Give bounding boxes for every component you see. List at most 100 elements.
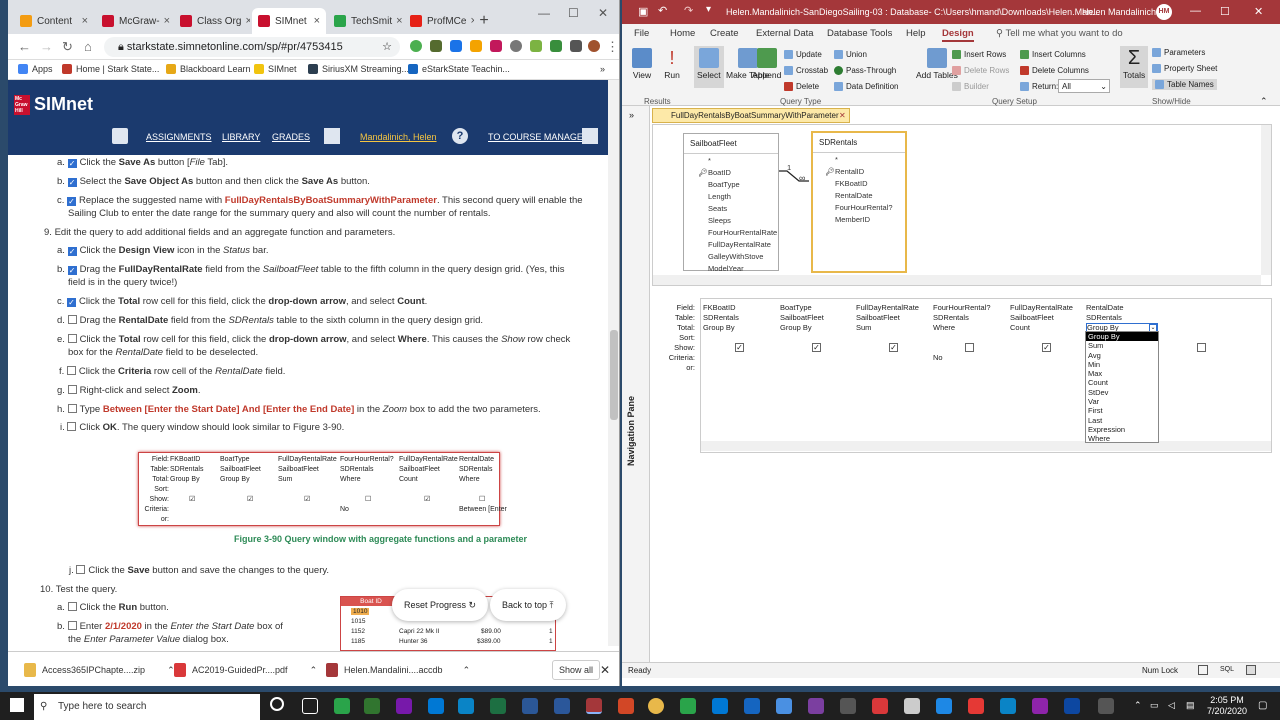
app-icon-blue-2[interactable] (936, 698, 952, 714)
checkbox-9d[interactable] (67, 315, 77, 324)
download-accdb[interactable]: Helen.Mandalini....accdb ⌃ (326, 660, 470, 680)
navigation-pane[interactable]: » Navigation Pane (622, 106, 650, 662)
project-icon[interactable] (364, 698, 380, 714)
run-button[interactable]: ! Run (662, 48, 682, 80)
field-item[interactable]: MemberID (835, 215, 870, 224)
chevron-up-icon[interactable]: ⌃ (310, 665, 318, 676)
minimize-icon[interactable]: — (1190, 5, 1201, 17)
col4-field[interactable]: FourHourRental? (933, 303, 991, 312)
undo-icon[interactable]: ↶ (658, 4, 667, 17)
cortana-icon[interactable] (270, 697, 284, 711)
browser-tab-class-org[interactable]: Class Org× (174, 8, 250, 34)
insert-columns-button[interactable]: Insert Columns (1020, 50, 1086, 59)
edge-icon[interactable] (458, 698, 474, 714)
col4-table[interactable]: SDRentals (933, 313, 969, 322)
checkbox-9h[interactable] (67, 404, 77, 413)
browser-tab-content[interactable]: Content × (14, 8, 94, 34)
extension-gray-icon[interactable] (510, 40, 522, 52)
profile-avatar-icon[interactable] (588, 40, 600, 52)
camtasia-icon[interactable] (334, 698, 350, 714)
dropdown-option-avg[interactable]: Avg (1086, 351, 1158, 360)
browser-tab-mcgraw[interactable]: McGraw- × (96, 8, 172, 34)
calendar-icon[interactable] (112, 128, 128, 144)
exit-arrow-icon[interactable] (582, 128, 598, 144)
table-names-button[interactable]: Table Names (1152, 79, 1217, 90)
col4-criteria[interactable]: No (933, 353, 943, 362)
network-icon[interactable]: ▭ (1150, 700, 1159, 711)
close-icon[interactable]: × (466, 15, 474, 27)
word-icon[interactable] (522, 698, 538, 714)
col3-total[interactable]: Sum (856, 323, 871, 332)
field-item[interactable]: Sleeps (708, 216, 731, 225)
delete-columns-button[interactable]: Delete Columns (1020, 66, 1089, 75)
star-icon[interactable]: ☆ (382, 37, 392, 57)
close-query-icon[interactable]: ✕ (839, 109, 846, 122)
field-item[interactable]: * (835, 155, 838, 164)
minimize-icon[interactable]: — (538, 6, 550, 20)
save-icon[interactable]: ▣ (638, 5, 648, 18)
checkbox-10a[interactable] (67, 602, 77, 611)
chrome-icon[interactable] (648, 698, 664, 714)
view-button[interactable]: View (632, 48, 652, 80)
delete-rows-button[interactable]: Delete Rows (952, 66, 1009, 75)
volume-icon[interactable]: ◁ (1168, 700, 1175, 711)
dropdown-option-stdev[interactable]: StDev (1086, 388, 1158, 397)
col1-table[interactable]: SDRentals (703, 313, 739, 322)
dropdown-option-count[interactable]: Count (1086, 378, 1158, 387)
close-icon[interactable]: ✕ (1254, 5, 1263, 18)
bookmark-siriusxm[interactable]: SiriusXM Streaming... (308, 64, 409, 74)
checkbox-9i[interactable] (67, 422, 77, 431)
rss-icon[interactable] (470, 40, 482, 52)
nav-course-manager[interactable]: TO COURSE MANAGER (488, 132, 589, 142)
checkbox-10b[interactable] (67, 621, 77, 630)
close-icon[interactable]: × (78, 15, 88, 27)
dropdown-option-last[interactable]: Last (1086, 416, 1158, 425)
tray-chevron-icon[interactable]: ⌃ (1134, 700, 1142, 711)
checkbox-9f[interactable] (66, 366, 76, 375)
home-icon[interactable]: ⌂ (84, 39, 92, 54)
taskbar-search-input[interactable]: ⚲ Type here to search (34, 694, 260, 720)
builder-button[interactable]: Builder (952, 82, 989, 91)
reset-progress-button[interactable]: Reset Progress ↻ (392, 589, 489, 621)
update-button[interactable]: Update (784, 50, 822, 59)
union-button[interactable]: Union (834, 50, 867, 59)
col1-field[interactable]: FKBoatID (703, 303, 736, 312)
zoom-icon[interactable] (1000, 698, 1016, 714)
app-icon-purple[interactable] (1032, 698, 1048, 714)
browser-tab-techsmith[interactable]: TechSmit × (328, 8, 402, 34)
query-tab[interactable]: FullDayRentalsByBoatSummaryWithParameter… (652, 108, 850, 123)
dropdown-option-expression[interactable]: Expression (1086, 425, 1158, 434)
dropdown-option-var[interactable]: Var (1086, 397, 1158, 406)
dropdown-option-min[interactable]: Min (1086, 360, 1158, 369)
checkbox-9c[interactable]: ✓ (67, 298, 77, 307)
col3-table[interactable]: SailboatFleet (856, 313, 900, 322)
word-alt-icon[interactable] (554, 698, 570, 714)
taskbar-clock[interactable]: 2:05 PM 7/20/2020 (1202, 695, 1252, 717)
design-view-icon[interactable] (1246, 665, 1256, 675)
bookmark-apps[interactable]: Apps (18, 64, 53, 74)
help-icon[interactable]: ? (452, 128, 468, 144)
nav-user-name[interactable]: Mandalinich, Helen (360, 132, 437, 142)
notifications-icon[interactable]: ▢ (1258, 700, 1267, 711)
data-definition-button[interactable]: Data Definition (834, 82, 898, 91)
powerpoint-icon[interactable] (618, 698, 634, 714)
extension-olive-icon[interactable] (430, 40, 442, 52)
dropdown-option-group-by[interactable]: Group By (1086, 332, 1158, 342)
col2-total[interactable]: Group By (780, 323, 812, 332)
close-window-icon[interactable]: ✕ (598, 6, 608, 20)
checkbox-8a[interactable]: ✓ (67, 159, 77, 168)
close-downloads-icon[interactable]: ✕ (600, 660, 610, 680)
browser-tab-simnet[interactable]: SIMnet × (252, 8, 326, 34)
col1-total[interactable]: Group By (703, 323, 735, 332)
tab-external-data[interactable]: External Data (756, 28, 814, 39)
insert-rows-button[interactable]: Insert Rows (952, 50, 1006, 59)
crosstab-button[interactable]: Crosstab (784, 66, 828, 75)
language-icon[interactable]: ▤ (1186, 700, 1195, 711)
dropdown-option-max[interactable]: Max (1086, 369, 1158, 378)
col6-field[interactable]: RentalDate (1086, 303, 1124, 312)
redo-icon[interactable]: ↷ (684, 4, 693, 17)
col6-table[interactable]: SDRentals (1086, 313, 1122, 322)
field-item[interactable]: Seats (708, 204, 727, 213)
property-sheet-button[interactable]: Property Sheet (1152, 64, 1217, 73)
tell-me-search[interactable]: ⚲ Tell me what you want to do (996, 28, 1123, 39)
